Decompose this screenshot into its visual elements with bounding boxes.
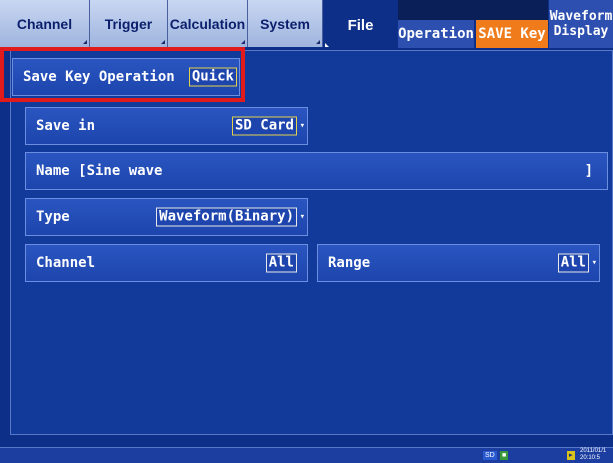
subtab-save-key[interactable]: SAVE Key — [476, 20, 548, 48]
tab-trigger[interactable]: Trigger — [90, 0, 168, 47]
status-bar: SD ■ ▸ 2011/01/1 20:10:5 — [0, 447, 613, 463]
usb-icon: ■ — [500, 451, 509, 460]
dropdown-arrow-icon: ▾ — [591, 258, 597, 268]
tab-channel[interactable]: Channel — [0, 0, 90, 47]
subtab-header-strip — [398, 0, 548, 20]
save-in-value[interactable]: SD Card — [231, 116, 297, 136]
name-label: Name [Sine wave — [36, 163, 163, 179]
subtab-waveform-line1: Waveform — [549, 9, 613, 24]
tab-trigger-label: Trigger — [104, 15, 153, 32]
subtab-operation-label: Operation — [398, 26, 474, 42]
tab-system[interactable]: System — [248, 0, 323, 47]
name-row[interactable]: Name [Sine wave ] — [25, 152, 608, 190]
range-row[interactable]: Range All ▾ — [317, 244, 600, 282]
channel-value[interactable]: All — [265, 253, 297, 273]
range-value[interactable]: All — [557, 253, 589, 273]
power-icon: ▸ — [567, 451, 575, 460]
status-time: 20:10:5 — [580, 455, 601, 461]
tab-file[interactable]: File — [323, 0, 398, 50]
corner-marker-icon — [241, 40, 245, 44]
type-value[interactable]: Waveform(Binary) — [156, 207, 297, 227]
save-in-label: Save in — [36, 118, 96, 134]
range-label: Range — [328, 255, 371, 271]
highlight-box — [0, 47, 245, 102]
type-label: Type — [36, 209, 70, 225]
channel-label: Channel — [36, 255, 96, 271]
corner-marker-icon — [316, 40, 320, 44]
corner-marker-icon — [161, 40, 165, 44]
subtab-operation[interactable]: Operation — [398, 20, 474, 48]
sd-card-icon: SD — [483, 451, 497, 460]
tab-channel-label: Channel — [16, 15, 73, 32]
status-date: 2011/01/1 — [580, 448, 607, 454]
name-close-bracket: ] — [584, 163, 593, 179]
save-in-row[interactable]: Save in SD Card ▾ — [25, 107, 308, 145]
dropdown-arrow-icon: ▾ — [299, 121, 305, 131]
tab-file-label: File — [347, 16, 374, 34]
subtab-waveform-line2: Display — [553, 24, 609, 39]
subtab-save-key-label: SAVE Key — [478, 26, 546, 42]
tab-calculation-label: Calculation — [169, 15, 246, 32]
corner-marker-icon — [325, 43, 329, 47]
corner-marker-icon — [83, 40, 87, 44]
tab-calculation[interactable]: Calculation — [168, 0, 248, 47]
type-row[interactable]: Type Waveform(Binary) ▾ — [25, 198, 308, 236]
status-datetime: 2011/01/1 20:10:5 — [580, 448, 606, 462]
tab-system-label: System — [260, 15, 310, 32]
subtab-waveform-display[interactable]: Waveform Display — [549, 0, 613, 48]
dropdown-arrow-icon: ▾ — [299, 212, 305, 222]
channel-row[interactable]: Channel All — [25, 244, 308, 282]
